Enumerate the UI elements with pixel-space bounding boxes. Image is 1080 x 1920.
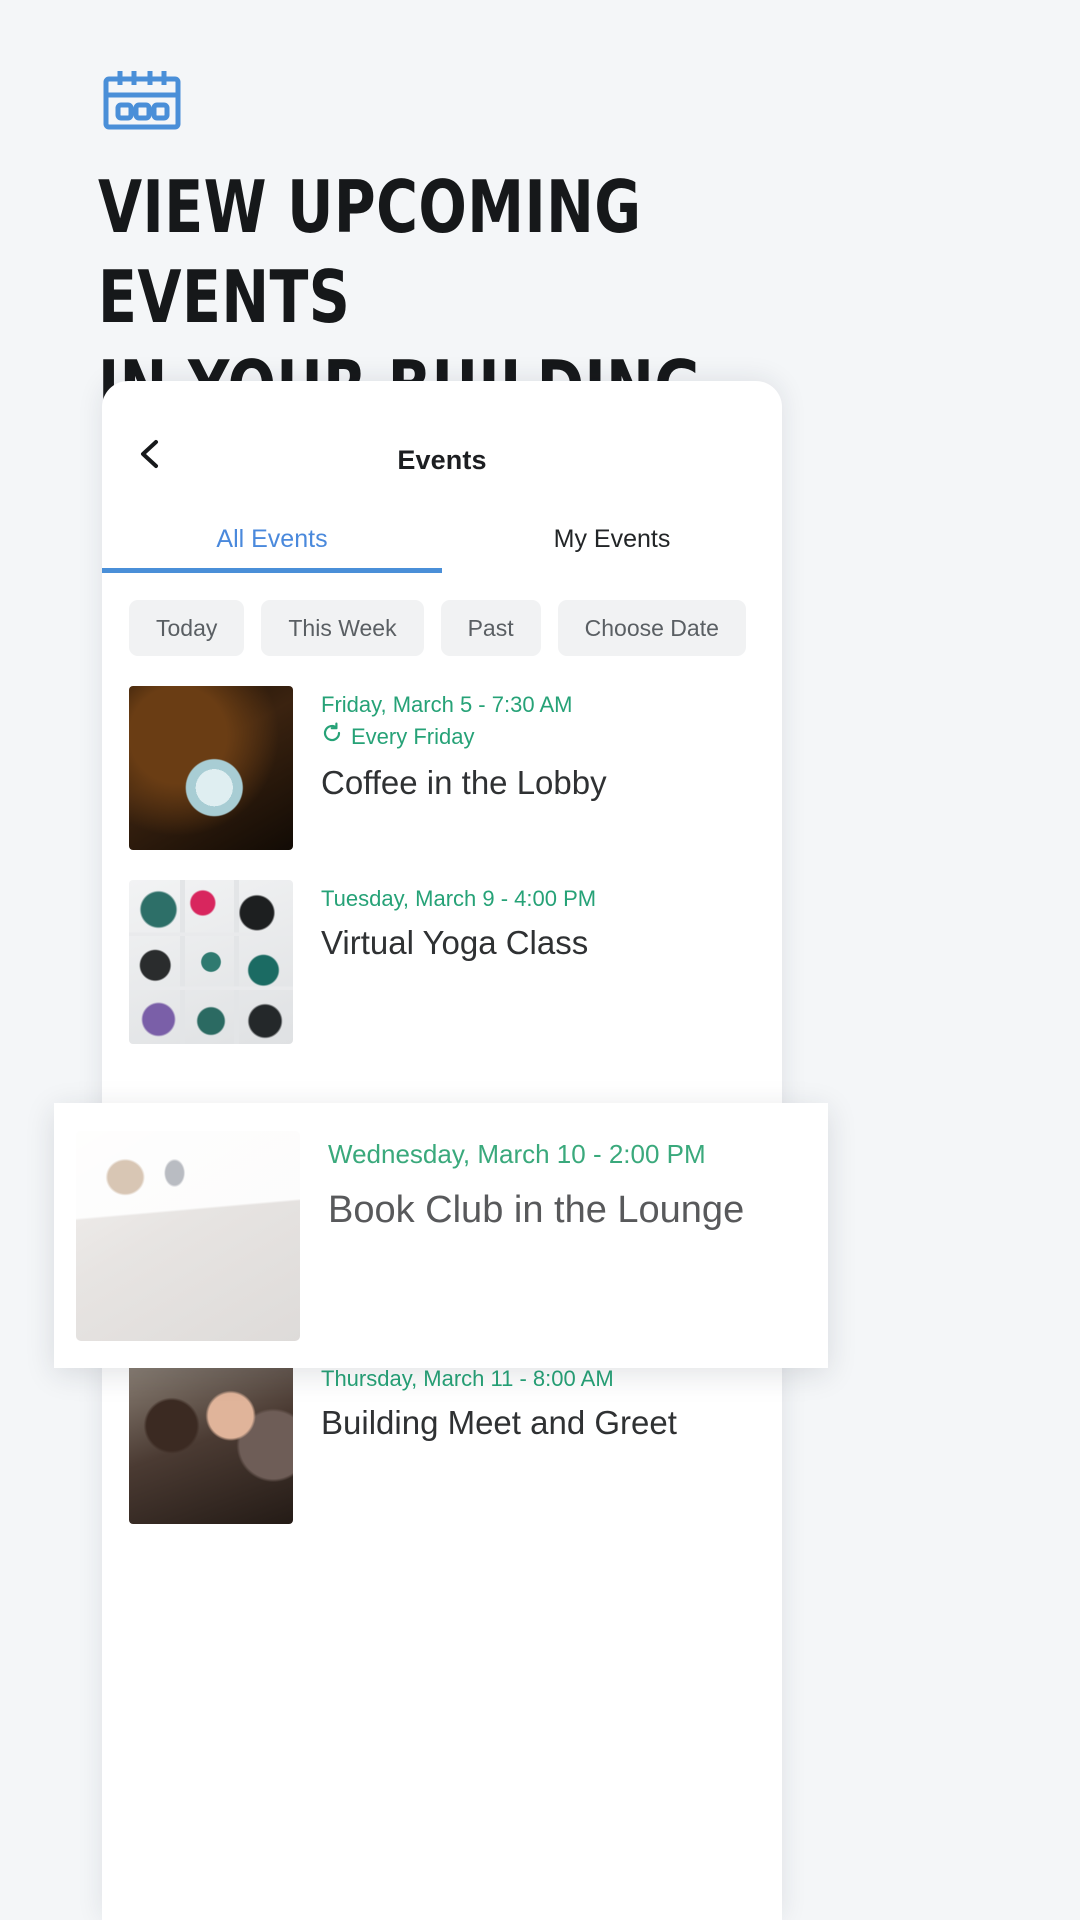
event-title: Building Meet and Greet: [321, 1404, 677, 1441]
event-title: Coffee in the Lobby: [321, 764, 607, 801]
event-thumbnail-people: [129, 1360, 293, 1524]
event-details: Tuesday, March 9 - 4:00 PM Virtual Yoga …: [321, 880, 596, 966]
highlighted-event-card[interactable]: Wednesday, March 10 - 2:00 PM Book Club …: [54, 1103, 828, 1368]
event-date: Tuesday, March 9 - 4:00 PM: [321, 886, 597, 911]
filter-chip-row: Today This Week Past Choose Date: [102, 573, 782, 656]
event-details: Thursday, March 11 - 8:00 AM Building Me…: [321, 1360, 677, 1446]
event-thumbnail-book: [76, 1131, 300, 1341]
filter-chip-choose-date[interactable]: Choose Date: [557, 600, 746, 656]
highlighted-event-details: Wednesday, March 10 - 2:00 PM Book Club …: [328, 1131, 744, 1368]
event-title: Virtual Yoga Class: [321, 924, 589, 961]
refresh-icon: [321, 720, 343, 754]
highlighted-event-date: Wednesday, March 10 - 2:00 PM: [328, 1139, 706, 1169]
event-recurrence-label: Every Friday: [351, 724, 475, 749]
highlighted-event-title: Book Club in the Lounge: [328, 1189, 745, 1231]
tab-bar: All Events My Events: [102, 511, 782, 573]
app-navbar: Events: [102, 381, 782, 511]
event-recurrence: Every Friday: [321, 720, 607, 754]
calendar-icon: [102, 68, 182, 130]
filter-chip-past[interactable]: Past: [440, 600, 541, 656]
event-details: Friday, March 5 - 7:30 AM Every Friday C…: [321, 686, 607, 806]
filter-chip-today-label: Today: [156, 614, 218, 641]
tab-active-indicator: [102, 568, 442, 573]
tab-my-events[interactable]: My Events: [442, 511, 782, 573]
filter-chip-past-label: Past: [467, 614, 514, 641]
event-thumbnail-yoga: [129, 880, 293, 1044]
page-title-line-1: View Upcoming Events: [98, 165, 642, 339]
list-item[interactable]: Tuesday, March 9 - 4:00 PM Virtual Yoga …: [129, 850, 755, 1044]
list-item[interactable]: Friday, March 5 - 7:30 AM Every Friday C…: [129, 656, 755, 850]
tab-all-events[interactable]: All Events: [102, 511, 442, 573]
tab-all-events-label: All Events: [216, 524, 328, 553]
filter-chip-this-week[interactable]: This Week: [261, 600, 424, 656]
event-date: Friday, March 5 - 7:30 AM: [321, 692, 573, 717]
event-date: Thursday, March 11 - 8:00 AM: [321, 1366, 614, 1391]
filter-chip-this-week-label: This Week: [288, 614, 397, 641]
filter-chip-today[interactable]: Today: [129, 600, 245, 656]
filter-chip-choose-date-label: Choose Date: [584, 614, 719, 641]
navbar-title: Events: [397, 445, 487, 475]
event-list: Friday, March 5 - 7:30 AM Every Friday C…: [102, 656, 782, 1524]
tab-my-events-label: My Events: [553, 524, 671, 553]
event-thumbnail-coffee: [129, 686, 293, 850]
screenshot-root: View Upcoming Events In Your Building Ev…: [0, 0, 1080, 1920]
